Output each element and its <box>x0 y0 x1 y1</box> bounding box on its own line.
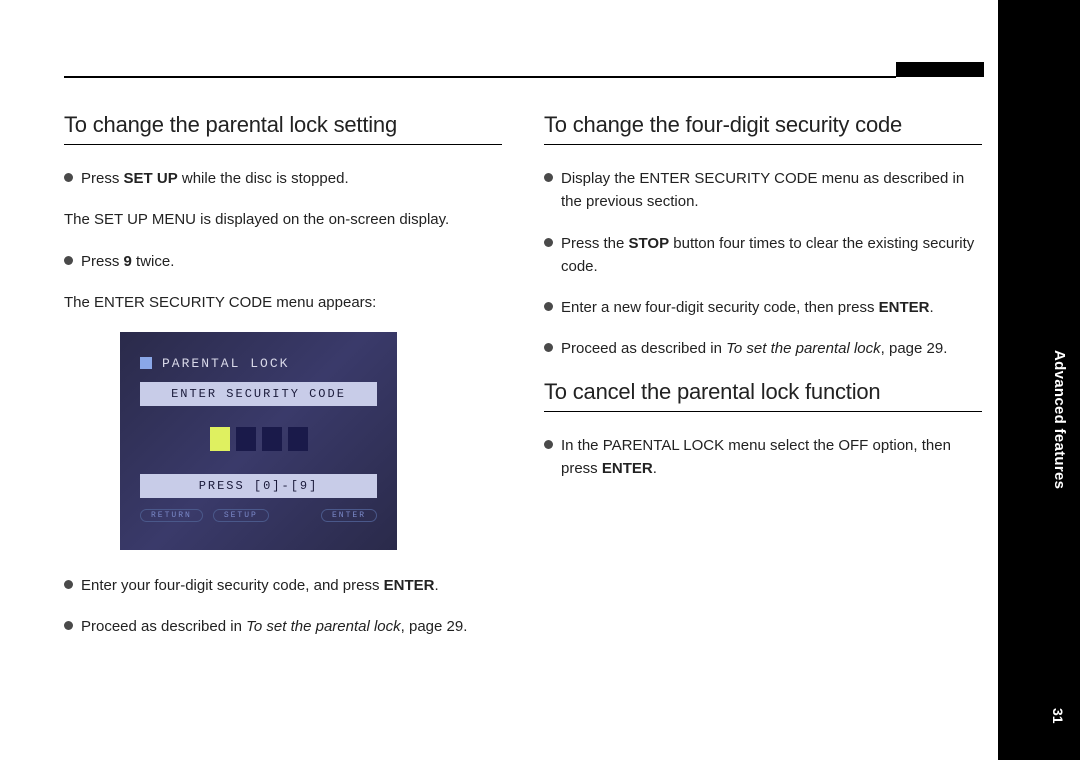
side-bar: Advanced features 31 <box>998 0 1080 760</box>
osd-square-icon <box>140 357 152 369</box>
plain-setup-menu: The SET UP MENU is displayed on the on-s… <box>64 208 502 231</box>
step-press-9: Press 9 twice. <box>64 250 502 273</box>
step-display-menu: Display the ENTER SECURITY CODE menu as … <box>544 167 982 214</box>
step-text: Enter a new four-digit security code, th… <box>561 296 982 319</box>
text: . <box>653 460 657 477</box>
text: , page 29. <box>881 340 948 357</box>
bullet-icon <box>64 173 73 182</box>
step-select-off: In the PARENTAL LOCK menu select the OFF… <box>544 434 982 481</box>
osd-screenshot: PARENTAL LOCK ENTER SECURITY CODE PRESS … <box>120 332 397 550</box>
text: Press the <box>561 235 629 252</box>
osd-enter-security: ENTER SECURITY CODE <box>140 382 377 406</box>
bullet-icon <box>544 238 553 247</box>
osd-soft-buttons: RETURN SETUP ENTER <box>140 504 377 526</box>
step-text: Enter your four-digit security code, and… <box>81 574 502 597</box>
text: . <box>435 577 439 594</box>
osd-press-hint: PRESS [0]-[9] <box>140 474 377 498</box>
italic-ref: To set the parental lock <box>726 340 881 357</box>
italic-ref: To set the parental lock <box>246 618 401 635</box>
osd-code-digit-2 <box>236 427 256 451</box>
step-text: In the PARENTAL LOCK menu select the OFF… <box>561 434 982 481</box>
bullet-icon <box>64 621 73 630</box>
bullet-icon <box>544 302 553 311</box>
osd-soft-return: RETURN <box>140 509 203 522</box>
heading-cancel-parental-lock: To cancel the parental lock function <box>544 379 982 412</box>
step-enter-new-code: Enter a new four-digit security code, th… <box>544 296 982 319</box>
step-text: Proceed as described in To set the paren… <box>81 615 502 638</box>
text: Press <box>81 170 124 187</box>
text: Proceed as described in <box>81 618 246 635</box>
top-rule <box>64 76 896 78</box>
osd-soft-enter: ENTER <box>321 509 377 522</box>
osd-code-digit-1 <box>210 427 230 451</box>
step-text: Proceed as described in To set the paren… <box>561 337 982 360</box>
bold-setup: SET UP <box>124 170 178 187</box>
text: Enter a new four-digit security code, th… <box>561 299 879 316</box>
osd-soft-setup: SETUP <box>213 509 269 522</box>
heading-change-parental-lock: To change the parental lock setting <box>64 112 502 145</box>
step-proceed-right: Proceed as described in To set the paren… <box>544 337 982 360</box>
bold-9: 9 <box>124 253 132 270</box>
step-text: Display the ENTER SECURITY CODE menu as … <box>561 167 982 214</box>
step-text: Press SET UP while the disc is stopped. <box>81 167 502 190</box>
text: twice. <box>132 253 175 270</box>
left-column: To change the parental lock setting Pres… <box>64 112 502 657</box>
bold-enter: ENTER <box>384 577 435 594</box>
bullet-icon <box>544 343 553 352</box>
text: while the disc is stopped. <box>178 170 349 187</box>
heading-change-security-code: To change the four-digit security code <box>544 112 982 145</box>
text: , page 29. <box>401 618 468 635</box>
plain-enter-code-menu: The ENTER SECURITY CODE menu appears: <box>64 291 502 314</box>
text: Proceed as described in <box>561 340 726 357</box>
bold-stop: STOP <box>629 235 670 252</box>
text: . <box>930 299 934 316</box>
text: Press <box>81 253 124 270</box>
osd-title-row: PARENTAL LOCK <box>140 352 377 374</box>
bold-enter: ENTER <box>879 299 930 316</box>
osd-code-digit-4 <box>288 427 308 451</box>
step-enter-code: Enter your four-digit security code, and… <box>64 574 502 597</box>
text: Enter your four-digit security code, and… <box>81 577 384 594</box>
osd-title: PARENTAL LOCK <box>162 356 289 371</box>
step-press-setup: Press SET UP while the disc is stopped. <box>64 167 502 190</box>
bullet-icon <box>544 173 553 182</box>
osd-code-digit-3 <box>262 427 282 451</box>
content: To change the parental lock setting Pres… <box>64 112 984 657</box>
page-number: 31 <box>1050 708 1066 724</box>
manual-page: Advanced features 31 To change the paren… <box>0 0 1080 760</box>
step-text: Press the STOP button four times to clea… <box>561 232 982 279</box>
bold-enter: ENTER <box>602 460 653 477</box>
bullet-icon <box>64 580 73 589</box>
bullet-icon <box>64 256 73 265</box>
step-text: Press 9 twice. <box>81 250 502 273</box>
bullet-icon <box>544 440 553 449</box>
step-press-stop: Press the STOP button four times to clea… <box>544 232 982 279</box>
section-label: Advanced features <box>1051 230 1068 530</box>
right-column: To change the four-digit security code D… <box>544 112 982 657</box>
section-tab <box>896 62 984 77</box>
osd-code-row <box>140 428 377 450</box>
step-proceed-left: Proceed as described in To set the paren… <box>64 615 502 638</box>
